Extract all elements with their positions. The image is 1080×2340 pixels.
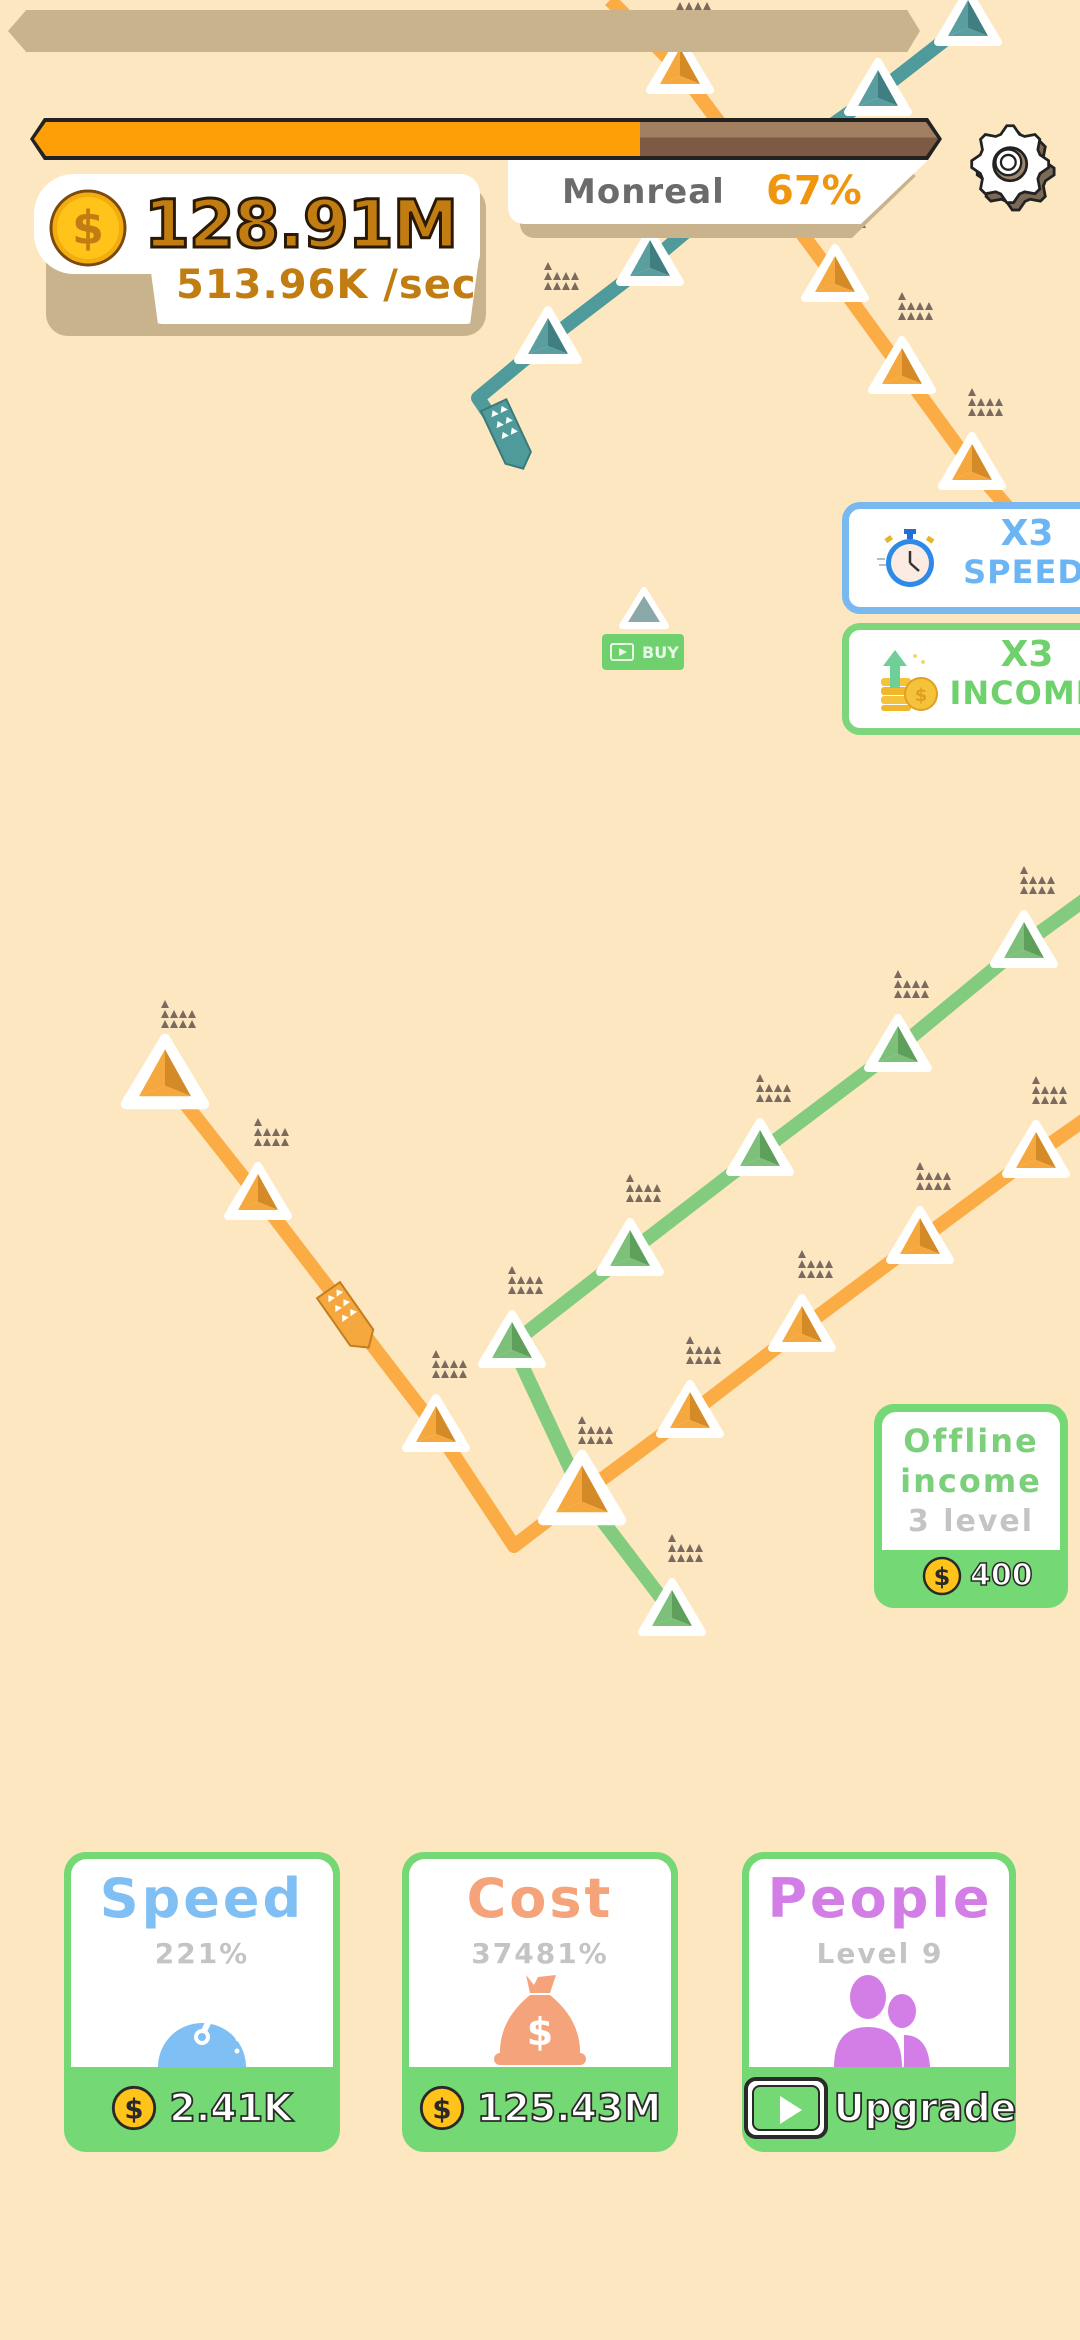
buy-label: BUY bbox=[642, 642, 679, 662]
speed-booster-multiplier: X3 bbox=[1000, 513, 1054, 554]
people-upgrade-button-label: Upgrade bbox=[833, 2085, 1017, 2131]
coin-icon: $ bbox=[922, 1556, 962, 1596]
passenger-queue bbox=[668, 1534, 703, 1562]
cost-upgrade-price-value: 125.43M bbox=[476, 2085, 662, 2131]
svg-text:$: $ bbox=[125, 2092, 144, 2125]
city-progress-percent: 67% bbox=[766, 168, 862, 214]
income-booster-multiplier: X3 bbox=[1000, 634, 1054, 675]
people-upgrade-action[interactable]: Upgrade bbox=[742, 2077, 1018, 2139]
people-upgrade-level: Level 9 bbox=[816, 1937, 944, 1970]
passenger-queue bbox=[626, 1174, 661, 1202]
coin-icon: $ bbox=[49, 189, 127, 267]
speed-upgrade-price: $ 2.41K bbox=[64, 2080, 340, 2136]
passenger-queue bbox=[968, 388, 1003, 416]
people-upgrade-info: People Level 9 bbox=[749, 1859, 1009, 2067]
people-upgrade-card[interactable]: People Level 9 Upgrade bbox=[742, 1852, 1018, 2152]
cost-upgrade-price: $ 125.43M bbox=[402, 2080, 678, 2136]
coin-icon: $ bbox=[112, 2085, 157, 2131]
teal-train bbox=[479, 397, 532, 470]
passenger-queue bbox=[544, 262, 579, 290]
offline-income-cost: 400 bbox=[969, 1557, 1033, 1594]
coins-up-icon: $ bbox=[881, 650, 938, 711]
passenger-queue bbox=[508, 1266, 543, 1294]
buy-station-button[interactable]: BUY bbox=[602, 634, 684, 670]
x3-income-booster-button[interactable]: $ X3 INCOME bbox=[842, 623, 1080, 735]
offline-income-level: 3 level bbox=[907, 1504, 1035, 1539]
passenger-queue bbox=[898, 292, 933, 320]
income-rate-value: 513.96K /sec bbox=[176, 262, 477, 308]
people-upgrade-title: People bbox=[767, 1867, 993, 1930]
svg-text:$: $ bbox=[915, 685, 928, 706]
progress-fill bbox=[34, 122, 640, 156]
passenger-queue bbox=[1032, 1076, 1067, 1104]
offline-income-title-line2: income bbox=[900, 1462, 1042, 1500]
passenger-queue bbox=[756, 1074, 791, 1102]
offline-income-title-line1: Offline bbox=[903, 1422, 1039, 1460]
station-orange-line-south-3[interactable] bbox=[537, 1449, 627, 1526]
passenger-queue bbox=[432, 1350, 467, 1378]
speed-upgrade-value: 221% bbox=[154, 1937, 250, 1970]
station-teal-line-0[interactable] bbox=[934, 0, 1002, 46]
cost-upgrade-value: 37481% bbox=[471, 1937, 609, 1970]
passenger-queue bbox=[578, 1416, 613, 1444]
stopwatch-icon bbox=[877, 529, 935, 587]
passenger-queue bbox=[894, 970, 929, 998]
passenger-queue bbox=[686, 1336, 721, 1364]
gear-icon[interactable] bbox=[966, 120, 1058, 212]
passenger-queue bbox=[1020, 866, 1055, 894]
speed-upgrade-title: Speed bbox=[99, 1867, 305, 1930]
svg-text:$: $ bbox=[934, 1563, 951, 1591]
svg-text:$: $ bbox=[72, 201, 104, 255]
money-bag-icon: $ bbox=[494, 1975, 586, 2065]
passenger-queue bbox=[798, 1250, 833, 1278]
balance-value: 128.91M bbox=[142, 185, 459, 265]
income-booster-label: INCOME bbox=[949, 674, 1080, 712]
video-ad-icon bbox=[610, 643, 634, 661]
speed-upgrade-card[interactable]: Speed 221% $ 2.41K bbox=[64, 1852, 340, 2152]
x3-speed-booster-button[interactable]: X3 SPEED bbox=[842, 502, 1080, 614]
level-progress-bar bbox=[30, 118, 942, 160]
offline-income-button[interactable]: Offline income 3 level $ 400 bbox=[874, 1404, 1068, 1608]
progress-shadow bbox=[8, 10, 920, 52]
cost-upgrade-card[interactable]: Cost 37481% $ $ 125.43M bbox=[402, 1852, 678, 2152]
locked-station[interactable] bbox=[619, 587, 669, 629]
people-icon bbox=[834, 1975, 930, 2067]
passenger-queue bbox=[161, 1000, 196, 1028]
cost-upgrade-title: Cost bbox=[466, 1867, 614, 1930]
svg-text:$: $ bbox=[432, 2092, 451, 2125]
passenger-queue bbox=[916, 1162, 951, 1190]
speedometer-icon bbox=[158, 1988, 246, 2067]
speed-upgrade-price-value: 2.41K bbox=[168, 2085, 293, 2131]
progress-inner bbox=[34, 122, 938, 156]
city-name: Monreal bbox=[562, 172, 725, 212]
video-play-icon bbox=[743, 2077, 828, 2139]
cost-upgrade-info: Cost 37481% $ bbox=[409, 1859, 671, 2067]
station-orange-line-south-0[interactable] bbox=[120, 1033, 210, 1110]
coin-icon: $ bbox=[419, 2085, 464, 2131]
speed-booster-label: SPEED bbox=[963, 553, 1080, 591]
speed-upgrade-info: Speed 221% bbox=[71, 1859, 333, 2067]
city-panel: Monreal 67% bbox=[508, 160, 928, 224]
svg-text:$: $ bbox=[527, 2010, 553, 2054]
offline-income-card: Offline income 3 level bbox=[882, 1412, 1060, 1550]
passenger-queue bbox=[254, 1118, 289, 1146]
